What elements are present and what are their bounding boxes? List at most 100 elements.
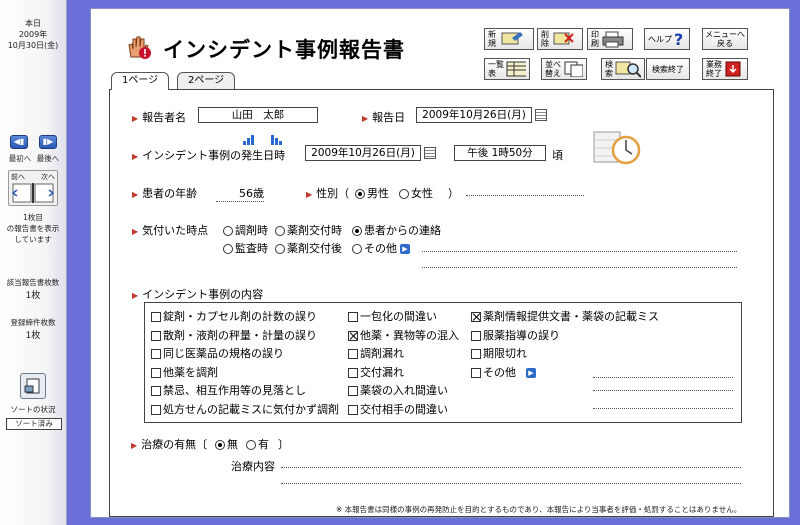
incident-item[interactable]: 調剤漏れ	[348, 345, 404, 361]
occurrence-calendar-button[interactable]	[424, 147, 436, 159]
reporter-field[interactable]: 山田 太郎	[198, 107, 318, 123]
incident-checkbox[interactable]	[348, 404, 358, 415]
treatment-detail-line-1[interactable]	[281, 467, 741, 468]
list-button[interactable]: 一覧 表	[484, 58, 530, 80]
noticed-radio[interactable]	[223, 226, 233, 236]
incident-item[interactable]: 薬袋の入れ間違い	[348, 382, 448, 398]
search-end-button[interactable]: 検索終了	[646, 58, 690, 80]
print-button-label: 印 刷	[591, 30, 599, 48]
report-date-calendar-button[interactable]	[535, 109, 547, 121]
incident-item-label: 他薬を調剤	[163, 365, 218, 379]
incident-checkbox[interactable]	[471, 330, 481, 341]
incident-item[interactable]: 薬剤情報提供文書・薬袋の記載ミス	[471, 308, 659, 324]
incident-item[interactable]: 交付漏れ	[348, 364, 404, 380]
noticed-radio[interactable]	[275, 226, 285, 236]
noticed-option-delivery[interactable]: 薬剤交付時	[275, 222, 342, 238]
incident-checkbox[interactable]	[348, 386, 358, 396]
incident-checkbox[interactable]	[151, 312, 161, 322]
incident-checkbox[interactable]	[471, 312, 481, 322]
sex-note-line[interactable]	[466, 195, 584, 196]
arrow-icon: ▶	[306, 190, 313, 199]
incident-item[interactable]: 処方せんの記載ミスに気付かず調剤	[151, 401, 339, 417]
incident-item[interactable]: 同じ医薬品の規格の誤り	[151, 345, 284, 361]
tab-page-1[interactable]: 1ページ	[111, 72, 170, 90]
treatment-radio-yes[interactable]	[246, 440, 256, 450]
noticed-radio[interactable]	[352, 244, 362, 254]
sort-icon[interactable]	[20, 373, 46, 399]
registered-block: 登録締件枚数 1枚	[0, 317, 66, 342]
stats-icon	[243, 132, 283, 145]
incident-checkbox[interactable]	[151, 386, 161, 396]
tab-page-2[interactable]: 2ページ	[177, 72, 236, 89]
incident-item[interactable]: その他 ▶	[471, 364, 536, 380]
incident-checkbox[interactable]	[471, 349, 481, 359]
incident-other-line-1[interactable]	[593, 389, 733, 391]
incident-checkbox[interactable]	[151, 367, 161, 378]
incident-checkbox[interactable]	[348, 349, 358, 359]
noticed-option-patient-contact[interactable]: 患者からの連絡	[352, 222, 441, 238]
noticed-other-line-2[interactable]	[422, 267, 737, 268]
incident-checkbox[interactable]	[151, 404, 161, 415]
arrow-right-icon[interactable]: ▶	[400, 244, 410, 254]
noticed-other-line-1[interactable]	[422, 251, 737, 252]
incident-checkbox[interactable]	[348, 312, 358, 322]
arrow-right-icon[interactable]: ▶	[526, 367, 536, 378]
report-date-field[interactable]: 2009年10月26日(月)	[416, 107, 532, 123]
incident-other-line-0[interactable]	[593, 376, 733, 378]
incident-checkbox[interactable]	[471, 367, 481, 378]
noticed-option-dispensing[interactable]: 調剤時	[223, 222, 268, 238]
print-button[interactable]: 印 刷	[587, 28, 633, 50]
sex-radio-female[interactable]	[399, 189, 409, 199]
incident-checkbox[interactable]	[348, 330, 358, 341]
last-record-button[interactable]: ▮▶	[39, 135, 57, 149]
sort-button[interactable]: 並べ 替え	[541, 58, 587, 80]
incident-item[interactable]: 錠剤・カプセル剤の計数の誤り	[151, 308, 317, 324]
sex-radio-male[interactable]	[355, 189, 365, 199]
delete-button[interactable]: 削 除	[537, 28, 583, 50]
report-date-label: ▶ 報告日	[362, 109, 405, 125]
incident-item[interactable]: 期限切れ	[471, 345, 527, 361]
sex-option-male[interactable]: 男性	[355, 185, 389, 201]
incident-item[interactable]: 散剤・液剤の秤量・計量の誤り	[151, 327, 317, 343]
help-button[interactable]: ヘルプ ?	[644, 28, 690, 50]
noticed-option-label: 薬剤交付後	[287, 242, 342, 255]
incident-item[interactable]: 他薬を調剤	[151, 364, 218, 380]
noticed-radio[interactable]	[223, 244, 233, 254]
occurrence-time-field[interactable]: 午後 1時50分	[454, 145, 546, 161]
arrow-icon: ▶	[132, 152, 139, 161]
today-label: 本日	[25, 19, 41, 28]
incident-item-label: 薬袋の入れ間違い	[360, 384, 448, 397]
noticed-radio[interactable]	[352, 226, 362, 236]
incident-item[interactable]: 服薬指導の誤り	[471, 327, 560, 343]
incident-item[interactable]: 交付相手の間違い	[348, 401, 448, 417]
first-record-button[interactable]: ◀▮	[10, 135, 28, 149]
incident-other-line-2[interactable]	[593, 408, 733, 410]
incident-item[interactable]: 他薬・異物等の混入	[348, 327, 459, 343]
noticed-option-audit[interactable]: 監査時	[223, 240, 268, 256]
registered-value: 1枚	[25, 331, 41, 341]
finish-button[interactable]: 業務 終了	[702, 58, 748, 80]
incident-item[interactable]: 禁忌、相互作用等の見落とし	[151, 382, 306, 398]
calendar-clock-icon[interactable]	[590, 128, 646, 168]
noticed-option-label: 患者からの連絡	[364, 224, 441, 237]
treatment-detail-line-2[interactable]	[281, 483, 741, 484]
incident-checkbox[interactable]	[348, 367, 358, 378]
treatment-radio-none[interactable]	[215, 440, 225, 450]
incident-checkbox[interactable]	[151, 349, 161, 359]
occurrence-date-field[interactable]: 2009年10月26日(月)	[305, 145, 421, 161]
noticed-radio[interactable]	[275, 244, 285, 254]
registered-label: 登録締件枚数	[10, 318, 56, 327]
back-to-menu-button[interactable]: メニューへ 戻る	[702, 28, 748, 50]
new-button[interactable]: 新 規	[484, 28, 534, 50]
incident-checkbox[interactable]	[151, 330, 161, 341]
page-nav-control[interactable]: 前へ 次へ	[8, 170, 58, 206]
noticed-option-other[interactable]: その他 ▶	[352, 240, 410, 256]
search-button[interactable]: 検 索	[601, 58, 645, 80]
treatment-option-none[interactable]: 無	[215, 436, 238, 452]
sex-option-female[interactable]: 女性	[399, 185, 433, 201]
treatment-option-yes[interactable]: 有	[246, 436, 269, 452]
incident-item[interactable]: 一包化の間違い	[348, 308, 437, 324]
age-field[interactable]: 56歳	[216, 185, 264, 202]
prev-label: 前へ	[11, 173, 25, 181]
noticed-option-after-delivery[interactable]: 薬剤交付後	[275, 240, 342, 256]
